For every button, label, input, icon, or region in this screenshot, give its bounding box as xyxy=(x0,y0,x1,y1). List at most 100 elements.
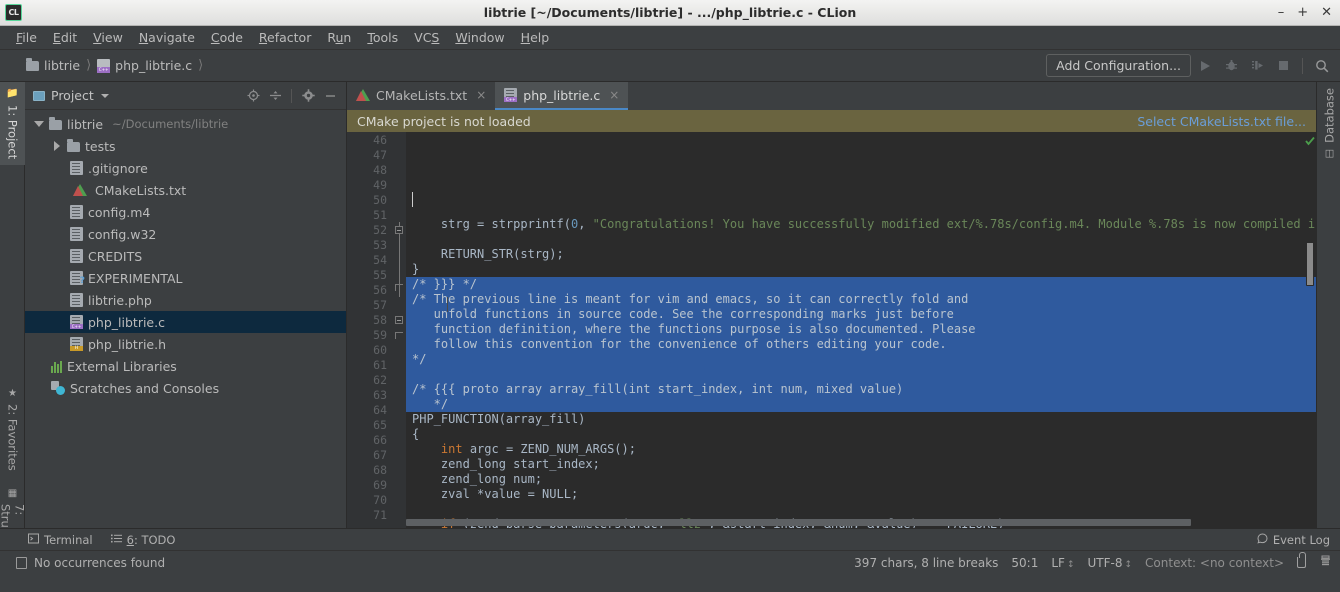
chevron-down-icon[interactable] xyxy=(100,93,109,98)
tree-item-scratches-consoles[interactable]: Scratches and Consoles xyxy=(25,377,346,399)
code-line[interactable]: /* The previous line is meant for vim an… xyxy=(406,292,1316,307)
fold-toggle-icon[interactable] xyxy=(395,226,403,234)
scrollbar-thumb[interactable] xyxy=(406,519,1191,526)
bottom-item-label: Terminal xyxy=(44,532,93,547)
tree-item-libtrie-php[interactable]: libtrie.php xyxy=(25,289,346,311)
sidebar-item-project[interactable]: 📁 1: Project xyxy=(0,82,25,166)
bottom-item-terminal[interactable]: Terminal xyxy=(28,533,93,547)
updown-arrows-icon: ↕ xyxy=(1066,559,1075,570)
code-line[interactable] xyxy=(406,232,1316,247)
twisty-down-icon[interactable] xyxy=(33,121,44,127)
sidebar-item-favorites[interactable]: ★ 2: Favorites xyxy=(0,382,25,477)
tree-item-config-m4[interactable]: config.m4 xyxy=(25,201,346,223)
status-message: No occurrences found xyxy=(34,555,166,570)
tree-item-label: libtrie.php xyxy=(88,292,152,308)
code-editor[interactable]: 46 47 48 49 50 51 52 53 54 55 56 57 58 59 60 61 62 63 64 65… xyxy=(347,132,1316,528)
tab-cmakelists-txt[interactable]: CMakeLists.txt × xyxy=(347,82,495,110)
collapse-all-icon[interactable] xyxy=(265,86,285,106)
line-number: 70 xyxy=(373,493,387,507)
sidebar-item-database[interactable]: ◫ Database xyxy=(1317,82,1340,165)
locate-icon[interactable] xyxy=(243,86,263,106)
minimize-button[interactable]: – xyxy=(1278,6,1285,19)
run-with-coverage-icon[interactable] xyxy=(1245,54,1269,78)
tree-item-php-libtrie-c[interactable]: php_libtrie.c xyxy=(25,311,346,333)
code-line[interactable]: PHP_FUNCTION(array_fill) xyxy=(406,412,1316,427)
debug-icon[interactable] xyxy=(1219,54,1243,78)
scrollbar-thumb[interactable] xyxy=(1306,242,1314,286)
tree-item-config-w32[interactable]: config.w32 xyxy=(25,223,346,245)
code-line[interactable]: /* }}} */ xyxy=(406,277,1316,292)
encoding-selector[interactable]: UTF-8 ↕ xyxy=(1088,556,1133,570)
code-line[interactable]: */ xyxy=(406,352,1316,367)
vertical-scrollbar[interactable] xyxy=(1304,132,1316,528)
context-label[interactable]: Context: <no context> xyxy=(1145,556,1284,570)
menu-code[interactable]: Code xyxy=(203,28,251,47)
inspections-icon[interactable] xyxy=(1319,555,1332,571)
maximize-button[interactable]: + xyxy=(1297,6,1308,19)
tree-item-php-libtrie-h[interactable]: php_libtrie.h xyxy=(25,333,346,355)
menu-help[interactable]: Help xyxy=(513,28,558,47)
close-icon[interactable]: × xyxy=(476,88,486,102)
gear-icon[interactable] xyxy=(298,86,318,106)
code-line[interactable]: int argc = ZEND_NUM_ARGS(); xyxy=(406,442,1316,457)
stop-icon[interactable] xyxy=(1271,54,1295,78)
tree-item-cmakelists[interactable]: CMakeLists.txt xyxy=(25,179,346,201)
code-line[interactable]: zval *value = NULL; xyxy=(406,487,1316,502)
code-line[interactable]: strg = strpprintf(0, "Congratulations! Y… xyxy=(406,217,1316,232)
menu-window[interactable]: Window xyxy=(447,28,512,47)
project-tree[interactable]: libtrie ~/Documents/libtrie tests .gitig… xyxy=(25,110,346,528)
code-line[interactable]: unfold functions in source code. See the… xyxy=(406,307,1316,322)
code-line[interactable] xyxy=(406,502,1316,517)
event-log-button[interactable]: Event Log xyxy=(1257,533,1330,547)
tree-item-tests[interactable]: tests xyxy=(25,135,346,157)
tab-php-libtrie-c[interactable]: php_libtrie.c × xyxy=(495,82,629,110)
horizontal-scrollbar[interactable] xyxy=(406,519,1302,528)
search-everywhere-icon[interactable] xyxy=(1310,54,1334,78)
tree-item-gitignore[interactable]: .gitignore xyxy=(25,157,346,179)
tree-item-external-libraries[interactable]: External Libraries xyxy=(25,355,346,377)
code-line[interactable]: function definition, where the functions… xyxy=(406,322,1316,337)
code-line[interactable]: { xyxy=(406,427,1316,442)
code-line[interactable]: /* {{{ proto array array_fill(int start_… xyxy=(406,382,1316,397)
code-line[interactable]: zend_long start_index; xyxy=(406,457,1316,472)
tree-item-credits[interactable]: CREDITS xyxy=(25,245,346,267)
bottom-item-todo[interactable]: 6: TODO xyxy=(110,533,175,547)
tree-item-label: php_libtrie.h xyxy=(88,336,167,352)
twisty-right-icon[interactable] xyxy=(51,141,62,151)
fold-toggle-icon[interactable] xyxy=(395,316,403,324)
tree-item-experimental[interactable]: EXPERIMENTAL xyxy=(25,267,346,289)
line-separator-selector[interactable]: LF ↕ xyxy=(1051,556,1074,570)
code-folding-gutter[interactable] xyxy=(393,132,406,528)
close-button[interactable]: ✕ xyxy=(1321,6,1332,19)
menu-navigate[interactable]: Navigate xyxy=(131,28,203,47)
menu-run[interactable]: Run xyxy=(319,28,359,47)
menu-file[interactable]: File xyxy=(8,28,45,47)
menu-view[interactable]: View xyxy=(85,28,131,47)
hide-icon[interactable] xyxy=(320,86,340,106)
line-number: 69 xyxy=(373,478,387,492)
breadcrumb-label: php_libtrie.c xyxy=(115,58,193,73)
add-configuration-button[interactable]: Add Configuration... xyxy=(1046,54,1191,77)
code-text[interactable]: strg = strpprintf(0, "Congratulations! Y… xyxy=(406,132,1316,528)
breadcrumb-item-file[interactable]: php_libtrie.c xyxy=(97,58,192,73)
menu-edit[interactable]: Edit xyxy=(45,28,85,47)
select-cmakelists-link[interactable]: Select CMakeLists.txt file... xyxy=(1137,114,1306,129)
folder-icon xyxy=(67,139,80,152)
menu-vcs[interactable]: VCS xyxy=(406,28,447,47)
line-number: 51 xyxy=(373,208,387,222)
code-line[interactable]: RETURN_STR(strg); xyxy=(406,247,1316,262)
run-icon[interactable] xyxy=(1193,54,1217,78)
code-line[interactable] xyxy=(406,367,1316,382)
caret-position[interactable]: 50:1 xyxy=(1011,556,1038,570)
lock-icon[interactable] xyxy=(1297,552,1306,568)
code-line[interactable]: follow this convention for the convenien… xyxy=(406,337,1316,352)
code-line[interactable]: } xyxy=(406,262,1316,277)
tree-item-libtrie[interactable]: libtrie ~/Documents/libtrie xyxy=(25,113,346,135)
code-line[interactable]: zend_long num; xyxy=(406,472,1316,487)
close-icon[interactable]: × xyxy=(609,88,619,102)
code-line[interactable]: */ xyxy=(406,397,1316,412)
breadcrumb-item-project[interactable]: libtrie xyxy=(26,57,80,73)
menu-tools[interactable]: Tools xyxy=(359,28,406,47)
line-number: 56 xyxy=(373,283,387,297)
menu-refactor[interactable]: Refactor xyxy=(251,28,319,47)
